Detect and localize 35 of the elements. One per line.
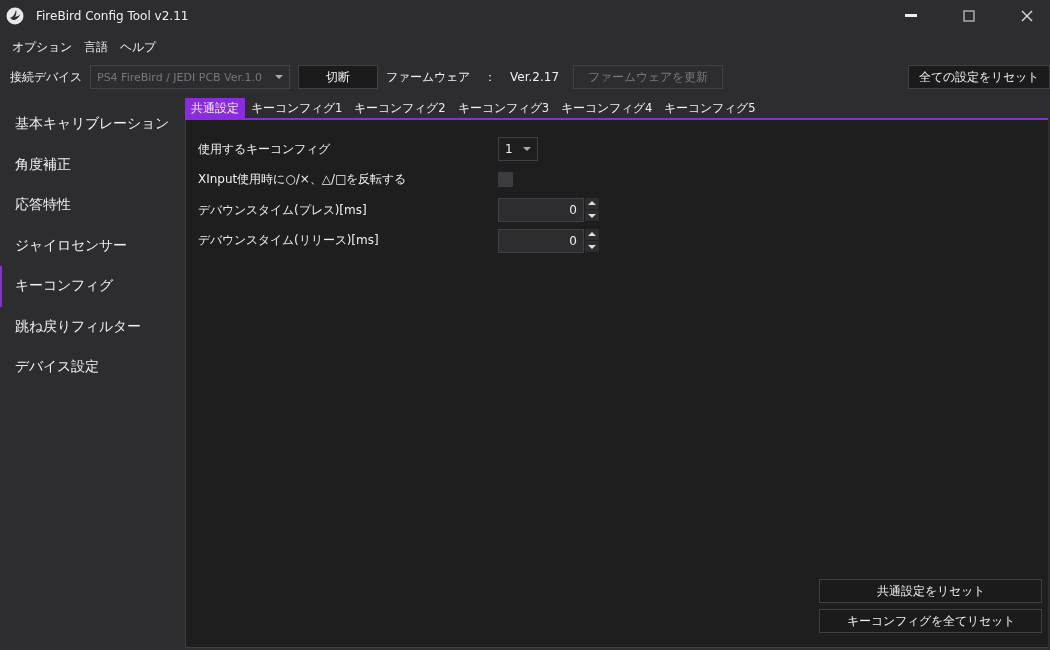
sidebar-item[interactable]: 角度補正: [0, 144, 185, 185]
checkbox[interactable]: [498, 172, 513, 188]
sidebar-item[interactable]: ジャイロセンサー: [0, 225, 185, 266]
reset-button[interactable]: キーコンフィグを全てリセット: [819, 609, 1042, 633]
setting-label: 使用するキーコンフィグ: [198, 140, 331, 158]
reset-button[interactable]: 共通設定をリセット: [819, 579, 1042, 603]
sidebar-item[interactable]: 跳ね戻りフィルター: [0, 306, 185, 347]
device-label: 接続デバイス: [10, 68, 82, 86]
number-field[interactable]: 0: [498, 198, 584, 223]
setting-label: デバウンスタイム(リリース)[ms]: [198, 232, 380, 250]
firmware-version: Ver.2.17: [510, 70, 560, 84]
tab[interactable]: キーコンフィグ1: [245, 98, 349, 118]
tab[interactable]: 共通設定: [185, 98, 245, 118]
reset-all-button[interactable]: 全ての設定をリセット: [908, 65, 1050, 89]
bird-logo-icon: [6, 7, 24, 25]
sidebar-item[interactable]: 応答特性: [0, 185, 185, 226]
tab[interactable]: キーコンフィグ3: [451, 98, 555, 118]
menu-item[interactable]: ヘルプ: [116, 36, 160, 58]
tab[interactable]: キーコンフィグ2: [348, 98, 452, 118]
menu-item[interactable]: オプション: [8, 36, 76, 58]
tab[interactable]: キーコンフィグ5: [658, 98, 762, 118]
menu-item[interactable]: 言語: [80, 36, 112, 58]
number-field[interactable]: 0: [498, 228, 584, 253]
tab[interactable]: キーコンフィグ4: [555, 98, 659, 118]
separator-colon: ：: [484, 68, 496, 86]
sidebar-item[interactable]: デバイス設定: [0, 347, 185, 388]
setting-label: XInput使用時に○/×、△/□を反転する: [198, 171, 408, 189]
window-title: FireBird Config Tool v2.11: [36, 9, 190, 23]
disconnect-button[interactable]: 切断: [298, 65, 378, 89]
setting-label: デバウンスタイム(プレス)[ms]: [198, 201, 368, 219]
sidebar-item[interactable]: 基本キャリブレーション: [0, 104, 185, 145]
firmware-label: ファームウェア: [386, 68, 470, 86]
caret-icon: [275, 75, 283, 79]
config-dropdown[interactable]: 1: [498, 137, 538, 162]
caret-icon: [523, 147, 531, 152]
